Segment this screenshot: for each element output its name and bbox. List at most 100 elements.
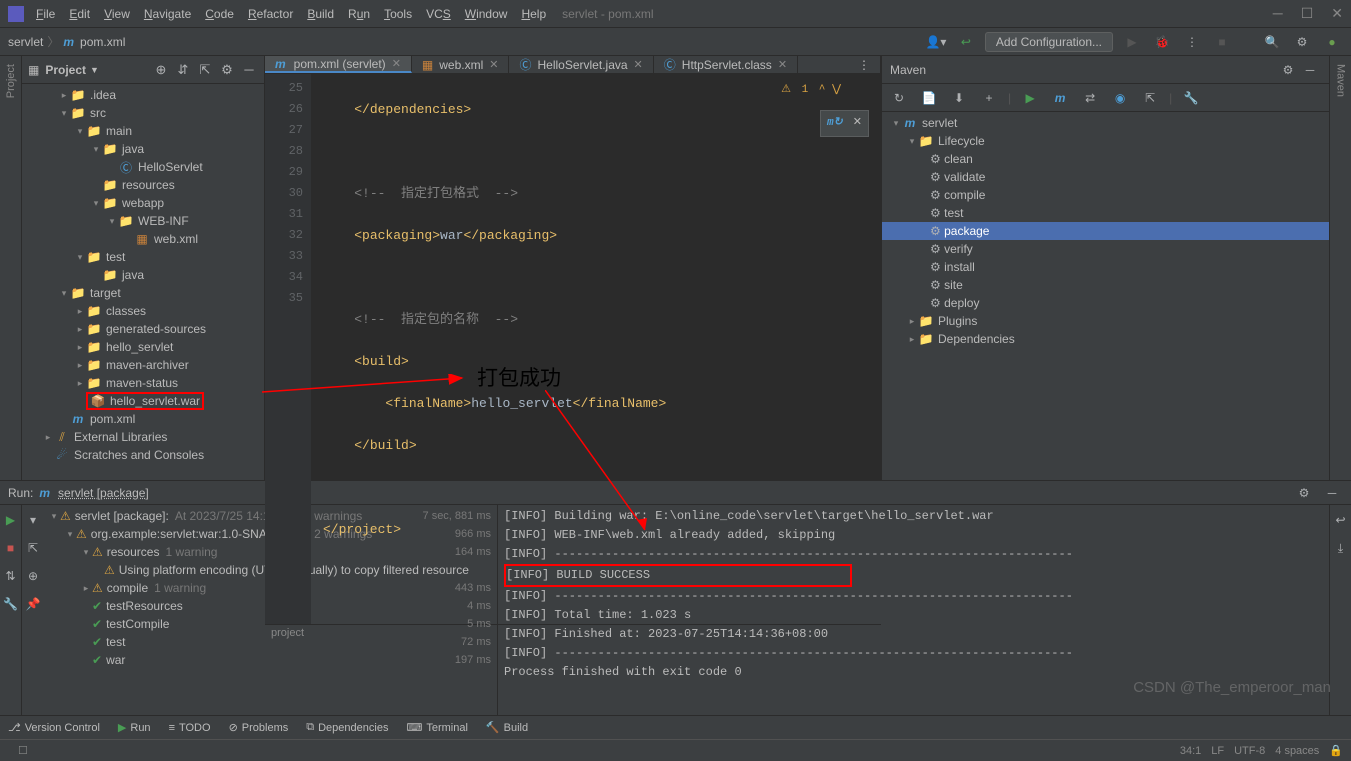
scroll-icon[interactable]: ⤓: [1330, 537, 1351, 559]
download-icon[interactable]: ⬇: [948, 87, 970, 109]
gear-icon[interactable]: ⚙: [1277, 59, 1299, 81]
select-opened-icon[interactable]: ⊕: [152, 61, 170, 79]
tree-war[interactable]: 📦hello_servlet.war: [22, 392, 264, 410]
tree-webinf[interactable]: ▾📁WEB-INF: [22, 212, 264, 230]
tree-target[interactable]: ▾📁target: [22, 284, 264, 302]
maven-verify[interactable]: ⚙ verify: [882, 240, 1329, 258]
menu-view[interactable]: View: [104, 7, 130, 21]
maven-plugins[interactable]: ▸📁Plugins: [882, 312, 1329, 330]
hide-icon[interactable]: ─: [240, 61, 258, 79]
tree-java2[interactable]: 📁java: [22, 266, 264, 284]
run-icon[interactable]: ▶: [1019, 87, 1041, 109]
maven-install[interactable]: ⚙ install: [882, 258, 1329, 276]
stop-icon[interactable]: ■: [1211, 31, 1233, 53]
maven-lifecycle[interactable]: ▾📁Lifecycle: [882, 132, 1329, 150]
rerun-icon[interactable]: ▶: [0, 509, 22, 531]
offline-icon[interactable]: ◉: [1109, 87, 1131, 109]
menu-edit[interactable]: Edit: [69, 7, 90, 21]
maven-package[interactable]: ⚙ package: [882, 222, 1329, 240]
tree-gensrc[interactable]: ▸📁generated-sources: [22, 320, 264, 338]
breadcrumb-root[interactable]: servlet: [8, 35, 43, 49]
maven-run-icon[interactable]: m: [1049, 87, 1071, 109]
maximize-button[interactable]: ☐: [1301, 5, 1314, 22]
project-tree[interactable]: ▸📁.idea ▾📁src ▾📁main ▾📁java ⒸHelloServle…: [22, 84, 264, 480]
project-tool-button[interactable]: Project: [5, 64, 17, 98]
close-icon[interactable]: ✕: [853, 113, 862, 134]
tree-scratch[interactable]: ☄Scratches and Consoles: [22, 446, 264, 464]
tree-mavenarch[interactable]: ▸📁maven-archiver: [22, 356, 264, 374]
tab-hello[interactable]: ⒸHelloServlet.java✕: [509, 56, 653, 73]
maven-validate[interactable]: ⚙ validate: [882, 168, 1329, 186]
close-icon[interactable]: ✕: [778, 58, 787, 71]
tree-resources[interactable]: 📁resources: [22, 176, 264, 194]
collapse-icon[interactable]: ⇱: [22, 537, 44, 559]
target-icon[interactable]: ⊕: [22, 565, 44, 587]
run-war[interactable]: ✔war197 ms: [44, 651, 497, 669]
todo-button[interactable]: ≡TODO: [169, 722, 211, 734]
minimize-button[interactable]: ─: [1273, 5, 1283, 22]
menu-file[interactable]: File: [36, 7, 55, 21]
expand-all-icon[interactable]: ⇵: [174, 61, 192, 79]
toggle-icon[interactable]: ⇄: [1079, 87, 1101, 109]
dropdown-icon[interactable]: ▼: [90, 65, 99, 75]
collapse-all-icon[interactable]: ⇱: [196, 61, 214, 79]
gear-icon[interactable]: ⚙: [1293, 482, 1315, 504]
run-button[interactable]: ▶Run: [118, 721, 151, 734]
tab-web[interactable]: ▦web.xml✕: [412, 56, 510, 73]
deps-button[interactable]: ⧉Dependencies: [306, 721, 388, 734]
more-run-icon[interactable]: ⋮: [1181, 31, 1203, 53]
maven-clean[interactable]: ⚙ clean: [882, 150, 1329, 168]
filter-icon[interactable]: ⇅: [0, 565, 22, 587]
collapse-icon[interactable]: ⇱: [1139, 87, 1161, 109]
tree-helloservlet[interactable]: ⒸHelloServlet: [22, 158, 264, 176]
menu-code[interactable]: Code: [205, 7, 234, 21]
maven-tree[interactable]: ▾mservlet ▾📁Lifecycle ⚙ clean ⚙ validate…: [882, 112, 1329, 480]
run-icon[interactable]: ▶: [1121, 31, 1143, 53]
status-icon[interactable]: ☐: [18, 744, 28, 757]
tree-extlib[interactable]: ▸⫽External Libraries: [22, 428, 264, 446]
wrench-icon[interactable]: 🔧: [0, 593, 22, 615]
warning-badge[interactable]: ⚠ 1 ^ ⋁: [781, 80, 841, 101]
tree-hellosv[interactable]: ▸📁hello_servlet: [22, 338, 264, 356]
run-config[interactable]: servlet [package]: [58, 486, 149, 500]
cursor-pos[interactable]: 34:1: [1180, 745, 1201, 757]
avatar-icon[interactable]: ●: [1321, 31, 1343, 53]
tree-pom[interactable]: mpom.xml: [22, 410, 264, 428]
lock-icon[interactable]: 🔒: [1329, 744, 1343, 757]
soft-wrap-icon[interactable]: ↩: [1330, 509, 1351, 531]
reload-icon[interactable]: ↻: [888, 87, 910, 109]
close-icon[interactable]: ✕: [489, 58, 498, 71]
tab-http[interactable]: ⒸHttpServlet.class✕: [654, 56, 798, 73]
gear-icon[interactable]: ⚙: [218, 61, 236, 79]
menu-window[interactable]: Window: [465, 7, 508, 21]
search-icon[interactable]: 🔍: [1261, 31, 1283, 53]
menu-tools[interactable]: Tools: [384, 7, 412, 21]
wrench-icon[interactable]: 🔧: [1180, 87, 1202, 109]
hide-icon[interactable]: ─: [1299, 59, 1321, 81]
tree-test[interactable]: ▾📁test: [22, 248, 264, 266]
close-icon[interactable]: ✕: [634, 58, 643, 71]
vc-button[interactable]: ⎇Version Control: [8, 721, 100, 734]
menu-navigate[interactable]: Navigate: [144, 7, 191, 21]
tree-webapp[interactable]: ▾📁webapp: [22, 194, 264, 212]
settings-icon[interactable]: ⚙: [1291, 31, 1313, 53]
tab-more[interactable]: ⋮: [848, 56, 881, 73]
maven-deps[interactable]: ▸📁Dependencies: [882, 330, 1329, 348]
maven-compile[interactable]: ⚙ compile: [882, 186, 1329, 204]
tree-java[interactable]: ▾📁java: [22, 140, 264, 158]
maven-root[interactable]: ▾mservlet: [882, 114, 1329, 132]
menu-build[interactable]: Build: [307, 7, 334, 21]
tree-webxml[interactable]: ▦web.xml: [22, 230, 264, 248]
maven-hint[interactable]: m↻✕: [820, 110, 869, 137]
tree-src[interactable]: ▾📁src: [22, 104, 264, 122]
indent[interactable]: 4 spaces: [1275, 745, 1319, 757]
tree-classes[interactable]: ▸📁classes: [22, 302, 264, 320]
maven-test[interactable]: ⚙ test: [882, 204, 1329, 222]
back-icon[interactable]: ↩: [955, 31, 977, 53]
build-button[interactable]: 🔨Build: [486, 721, 528, 734]
breadcrumb-file[interactable]: pom.xml: [80, 35, 125, 49]
hide-icon[interactable]: ─: [1321, 482, 1343, 504]
menu-vcs[interactable]: VCS: [426, 7, 451, 21]
tree-idea[interactable]: ▸📁.idea: [22, 86, 264, 104]
stop-icon[interactable]: ■: [0, 537, 22, 559]
